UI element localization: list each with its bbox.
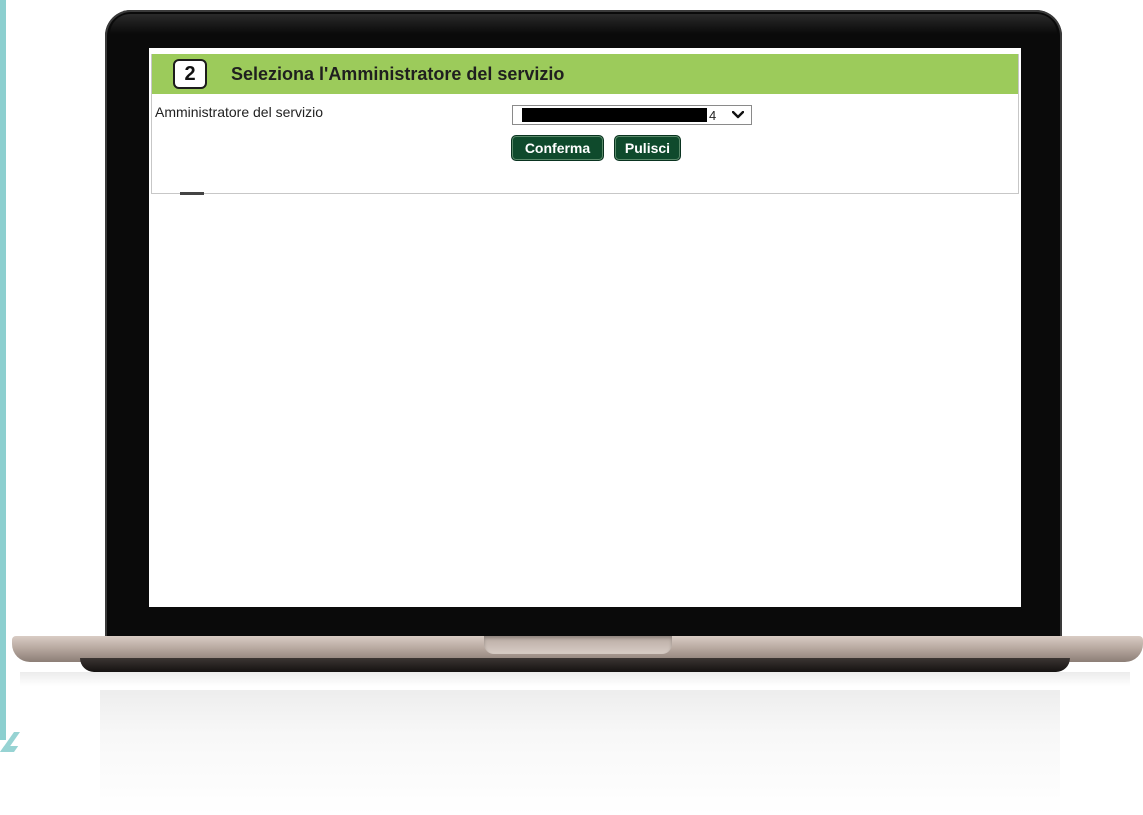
laptop-notch	[484, 636, 672, 654]
redacted-value	[522, 108, 707, 122]
panel-tab-mark	[180, 192, 204, 195]
confirm-button[interactable]: Conferma	[511, 135, 604, 161]
administrator-select[interactable]: 4	[512, 105, 752, 125]
step-header: 2 Seleziona l'Amministratore del servizi…	[152, 54, 1018, 94]
step-number-badge: 2	[173, 59, 207, 89]
administrator-field-label: Amministratore del servizio	[155, 104, 324, 120]
laptop-reflection	[100, 690, 1060, 815]
step-number: 2	[184, 62, 196, 85]
chevron-down-icon	[729, 106, 747, 124]
step-title: Seleziona l'Amministratore del servizio	[231, 63, 565, 84]
select-value-suffix: 4	[709, 107, 717, 123]
laptop-lid-glare	[110, 14, 1057, 34]
clear-button[interactable]: Pulisci	[614, 135, 681, 161]
photo-frame: 2 Seleziona l'Amministratore del servizi…	[0, 0, 1143, 815]
floor-shadow	[20, 672, 1130, 686]
accent-line	[0, 0, 6, 740]
step-panel: 2 Seleziona l'Amministratore del servizi…	[151, 54, 1019, 195]
laptop-screen: 2 Seleziona l'Amministratore del servizi…	[149, 48, 1021, 607]
laptop-base-bottom	[80, 658, 1070, 672]
